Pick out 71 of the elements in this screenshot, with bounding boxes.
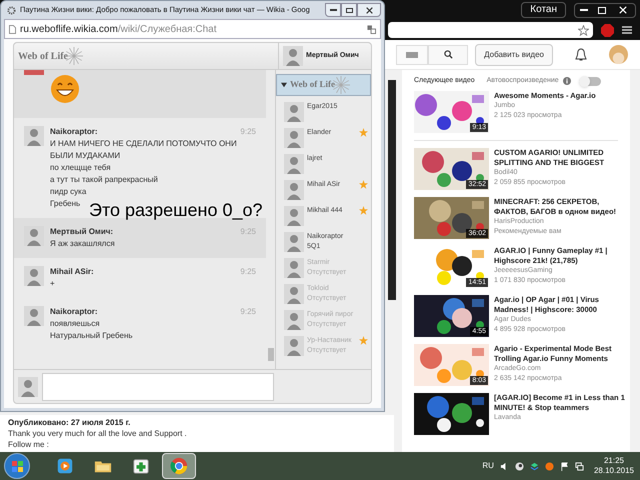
message-text: Гребень (50, 198, 80, 210)
bell-icon[interactable] (575, 48, 587, 62)
user-avatar (284, 154, 304, 174)
upload-button[interactable]: Добавить видео (475, 44, 553, 66)
message-text: пидр сука (50, 186, 86, 198)
message-author[interactable]: Naikoraptor: (50, 126, 98, 138)
user-avatar (24, 266, 44, 286)
minimize-button[interactable] (325, 3, 341, 17)
maximize-button[interactable] (341, 3, 357, 17)
menu-icon[interactable] (622, 25, 632, 35)
message-text: а тут ты такой рапрекрасный (50, 174, 158, 186)
web-of-life-logo: Web of Life (290, 75, 351, 95)
address-field[interactable] (388, 22, 593, 38)
overlay-caption: Это разрешено 0_o? (89, 199, 263, 221)
message-time: 9:25 (240, 126, 256, 138)
user-avatar (24, 126, 44, 146)
close-button[interactable] (357, 3, 381, 17)
translate-icon[interactable] (367, 24, 376, 34)
clock-date[interactable]: 28.10.2015 (594, 466, 634, 476)
search-icon (444, 50, 452, 59)
user-avatar (284, 128, 304, 148)
smiley-icon (50, 74, 80, 104)
message-author[interactable]: Mihail ASir: (50, 266, 94, 278)
autoplay-toggle[interactable] (578, 76, 601, 86)
profile-button[interactable]: Котан (521, 2, 566, 18)
description-text: Follow me : (8, 439, 50, 450)
user-avatar (24, 226, 44, 246)
description-text: Thank you very much for all the love and Support . (8, 428, 188, 439)
user-avatar (284, 336, 304, 356)
browser-icon (170, 457, 188, 475)
message-author[interactable]: Naikoraptor: (50, 306, 98, 318)
message-time: 9:25 (240, 266, 256, 278)
info-icon (562, 77, 571, 86)
bookmark-star-icon[interactable] (578, 24, 589, 36)
plus-app-icon (132, 457, 150, 475)
start-button[interactable] (4, 453, 30, 479)
search-button[interactable] (428, 44, 468, 64)
url-field[interactable]: ru.weboflife.wikia.com/wiki/Служебная:Chat (4, 19, 381, 39)
published-date: Опубликовано: 27 июля 2015 г. (8, 417, 132, 428)
stacked-squares-icon[interactable] (530, 462, 539, 470)
user-avatar (284, 310, 304, 330)
adblock-icon[interactable] (601, 24, 614, 36)
flag-icon[interactable] (560, 462, 569, 470)
user-avatar (284, 258, 304, 278)
network-icon[interactable] (574, 462, 584, 470)
user-avatar (283, 46, 303, 66)
user-avatar (18, 376, 38, 396)
message-text: по хлещще тебя (50, 162, 111, 174)
web-of-life-logo: Web of Life (18, 46, 84, 66)
clock-time[interactable]: 21:25 (604, 456, 624, 466)
user-avatar (284, 284, 304, 304)
message-text: + (50, 278, 55, 290)
user-avatar (284, 102, 304, 122)
disclosure-triangle-icon (281, 82, 287, 88)
language-indicator[interactable]: RU (482, 460, 494, 472)
message-text: Натуральный Гребень (50, 330, 133, 342)
message-time: 9:25 (240, 306, 256, 318)
close-icon (366, 6, 372, 14)
user-avatar (284, 206, 304, 226)
message-author[interactable]: Мертвый Омич: (50, 226, 114, 238)
message-text: Я аж закашлялся (50, 238, 115, 250)
tray-app-icon[interactable] (544, 462, 554, 470)
url-text: ru.weboflife.wikia.com/wiki/Служебная:Chat (20, 22, 216, 36)
user-avatar (284, 180, 304, 200)
user-avatar (284, 232, 304, 252)
message-input[interactable] (42, 372, 274, 400)
gear-icon (7, 6, 16, 14)
message-text: появляешься (50, 318, 100, 330)
media-player-icon (56, 457, 74, 475)
page-icon (9, 24, 16, 34)
user-avatar (24, 306, 44, 326)
